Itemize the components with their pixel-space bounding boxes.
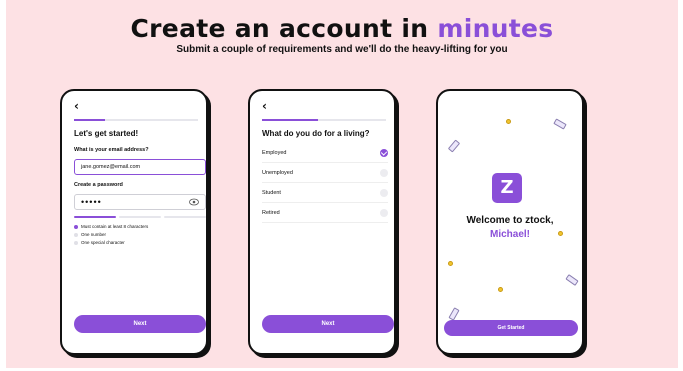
option-retired[interactable]: Retired	[262, 203, 388, 223]
progress-fill	[262, 119, 318, 121]
welcome-name: Michael!	[489, 229, 530, 240]
progress-fill	[74, 119, 105, 121]
coin-icon	[448, 261, 453, 266]
phone-signup: ‹ Let's get started! What is your email …	[60, 89, 208, 355]
bill-icon	[447, 139, 461, 153]
option-student[interactable]: Student	[262, 183, 388, 203]
email-value: jane.gomez@email.com	[81, 164, 141, 170]
strength-segment	[119, 216, 161, 218]
canvas: Create an account in minutes Submit a co…	[6, 0, 678, 368]
password-value: •••••	[81, 197, 102, 207]
screen-title: What do you do for a living?	[262, 129, 370, 138]
progress-bar	[74, 119, 198, 121]
option-label: Unemployed	[262, 169, 293, 176]
get-started-button[interactable]: Get Started	[444, 320, 578, 336]
option-employed[interactable]: Employed	[262, 143, 388, 163]
eye-icon[interactable]	[189, 198, 199, 206]
rule-check-icon	[74, 240, 78, 245]
screen-title: Let's get started!	[74, 129, 139, 138]
option-unemployed[interactable]: Unemployed	[262, 163, 388, 183]
coin-icon	[506, 119, 511, 124]
rule-text: One special character	[81, 240, 125, 245]
bill-icon	[565, 274, 579, 286]
option-label: Student	[262, 189, 281, 196]
password-rule: One number	[74, 232, 106, 237]
bill-icon	[448, 307, 460, 321]
chevron-left-icon[interactable]: ‹	[262, 99, 267, 113]
rule-check-icon	[74, 232, 78, 237]
phone-welcome: Z Welcome to ztock, Michael! Get Started	[436, 89, 584, 355]
password-rule: One special character	[74, 240, 125, 245]
next-button[interactable]: Next	[74, 315, 206, 333]
option-label: Retired	[262, 209, 280, 216]
title-main: Create an account in	[130, 14, 429, 43]
option-label: Employed	[262, 149, 287, 156]
ztock-logo: Z	[492, 173, 522, 203]
page-subtitle: Submit a couple of requirements and we'l…	[176, 44, 508, 55]
rule-text: One number	[81, 232, 107, 237]
strength-segment	[74, 216, 116, 218]
email-label: What is your email address?	[74, 147, 149, 153]
password-label: Create a password	[74, 182, 123, 188]
phone-occupation: ‹ What do you do for a living? Employed …	[248, 89, 396, 355]
bill-icon	[553, 118, 567, 130]
radio-icon[interactable]	[380, 188, 388, 197]
password-field[interactable]: •••••	[74, 194, 206, 210]
radio-checked-icon[interactable]	[380, 148, 388, 157]
rule-text: Must contain at least 8 characters	[81, 224, 149, 229]
welcome-heading: Welcome to ztock,	[466, 215, 554, 226]
password-rule: Must contain at least 8 characters	[74, 224, 148, 229]
chevron-left-icon[interactable]: ‹	[74, 99, 79, 113]
next-button[interactable]: Next	[262, 315, 394, 333]
title-accent: minutes	[437, 14, 554, 43]
password-strength-meter	[74, 216, 206, 218]
progress-bar	[262, 119, 386, 121]
email-field[interactable]: jane.gomez@email.com	[74, 159, 206, 175]
radio-icon[interactable]	[380, 168, 388, 177]
coin-icon	[498, 287, 503, 292]
radio-icon[interactable]	[380, 208, 388, 217]
page-title: Create an account in minutes	[6, 14, 678, 43]
strength-segment	[164, 216, 206, 218]
rule-check-icon	[74, 224, 78, 229]
